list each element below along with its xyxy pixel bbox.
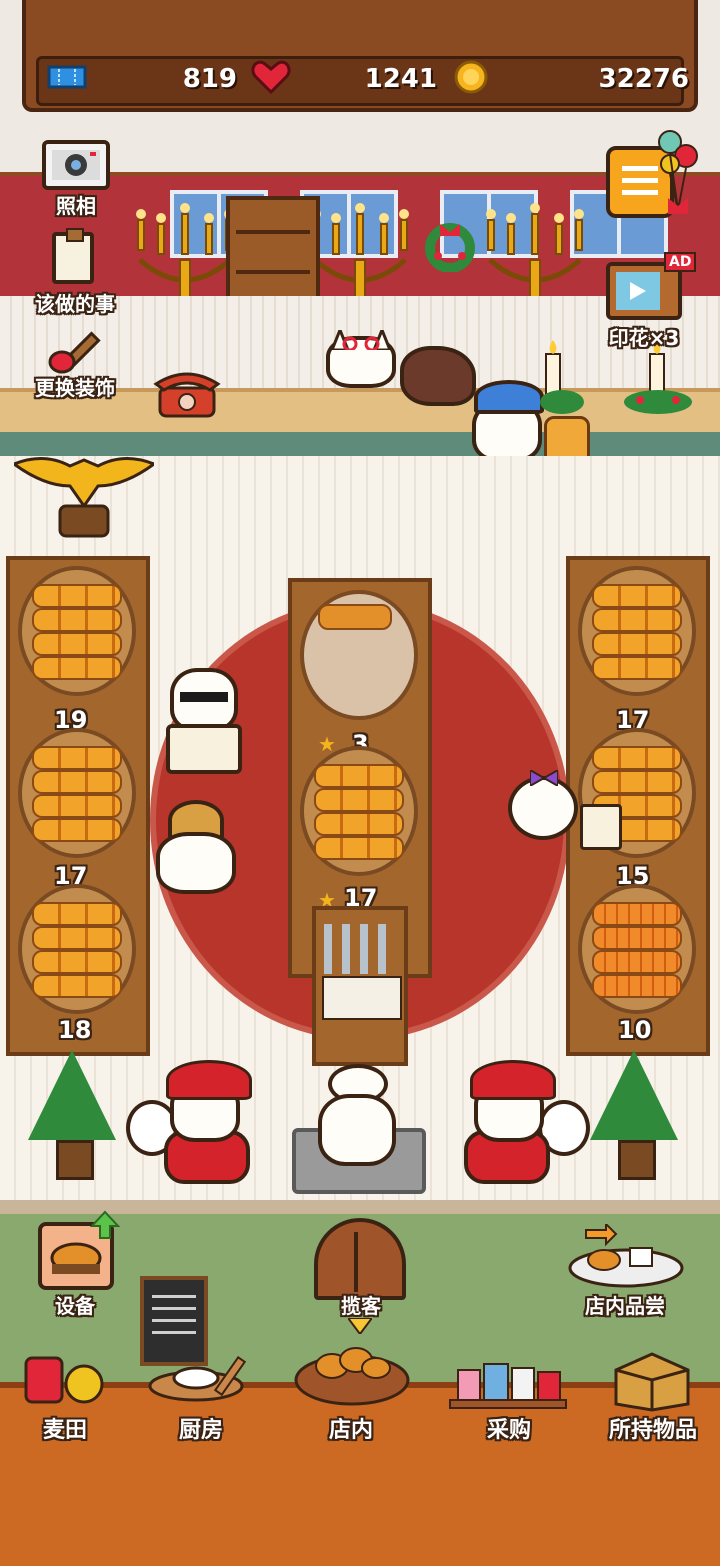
nav-shop[interactable]: 店内 [286, 1412, 416, 1444]
tree-pot [56, 1140, 94, 1180]
play-icon [630, 282, 646, 300]
candle-decoration [540, 340, 700, 424]
purchase-shelf-icon [448, 1356, 568, 1416]
bread-tray[interactable] [18, 884, 136, 1014]
customer-straw-hat[interactable] [156, 800, 236, 898]
bread-tray[interactable] [300, 746, 418, 876]
bread-tray[interactable] [578, 566, 696, 696]
down-arrow-icon [346, 1317, 374, 1338]
greeter-cat[interactable] [318, 1064, 396, 1168]
bread-tray[interactable] [300, 590, 418, 720]
heart-icon [249, 59, 293, 95]
tickets-value: 819 [182, 64, 237, 94]
kitchen-icon [146, 1355, 256, 1410]
resource-bar: 819 1241 32276 [22, 0, 698, 112]
coins-value: 32276 [598, 64, 689, 94]
nav-kitchen[interactable]: 厨房 [136, 1412, 266, 1444]
christmas-tree [28, 1050, 116, 1140]
bread-count: 10 [618, 1016, 652, 1044]
nav-purchase[interactable]: 采购 [444, 1412, 574, 1444]
grandma-cat-clerk[interactable] [326, 330, 396, 388]
camera-icon [52, 150, 100, 180]
camera-label: 照相 [56, 194, 96, 218]
todo-label: 该做的事 [35, 292, 115, 316]
customer-sunglasses[interactable] [166, 662, 242, 778]
inventory-box-icon [612, 1350, 692, 1416]
clipboard-icon [66, 228, 84, 242]
cutlery-stand[interactable] [312, 906, 408, 1066]
nav-wheat-field[interactable]: 麦田 [0, 1412, 130, 1444]
bread-tray[interactable] [18, 566, 136, 696]
camera-button[interactable] [42, 140, 110, 190]
bread-count: 18 [58, 1016, 92, 1044]
tasting-table-button[interactable] [566, 1221, 686, 1294]
resource-strip: 819 1241 32276 [36, 56, 689, 106]
hearts-value: 1241 [364, 64, 437, 94]
stamp-label: 印花×3 [608, 326, 680, 350]
customer-purple-bow[interactable] [508, 770, 580, 842]
paintbrush-icon [48, 331, 101, 374]
santa-cat-right[interactable] [460, 1060, 590, 1190]
decor-label: 更换装饰 [35, 376, 115, 400]
attract-customers-door[interactable] [314, 1218, 406, 1300]
bread-tray[interactable] [18, 728, 136, 858]
santa-cat-left[interactable] [126, 1060, 256, 1190]
equipment-label: 设备 [55, 1294, 95, 1318]
flour-sack [400, 346, 476, 406]
coin-icon [449, 59, 493, 95]
attract-label: 揽客 [341, 1294, 381, 1318]
shop-basket-icon [292, 1336, 412, 1412]
tasting-label: 店内品尝 [585, 1294, 665, 1318]
menu-blackboard [140, 1276, 208, 1366]
wheat-field-icon [20, 1350, 110, 1414]
bread-plate [580, 804, 622, 850]
todo-button[interactable] [52, 228, 94, 284]
bread-tray[interactable] [578, 884, 696, 1014]
ad-badge: AD [664, 252, 697, 272]
balloons-icon [654, 126, 704, 220]
christmas-tree [590, 1050, 678, 1140]
door-icon [354, 1232, 358, 1292]
ticket-icon [45, 59, 89, 95]
upgrade-arrow-icon [89, 1210, 121, 1244]
customer-blue-cap[interactable] [472, 380, 546, 466]
tree-pot [618, 1140, 656, 1180]
telephone-icon [152, 370, 222, 422]
nav-inventory[interactable]: 所持物品 [588, 1412, 718, 1444]
golden-bird-trophy [10, 446, 158, 550]
wreath-decoration [420, 216, 480, 276]
